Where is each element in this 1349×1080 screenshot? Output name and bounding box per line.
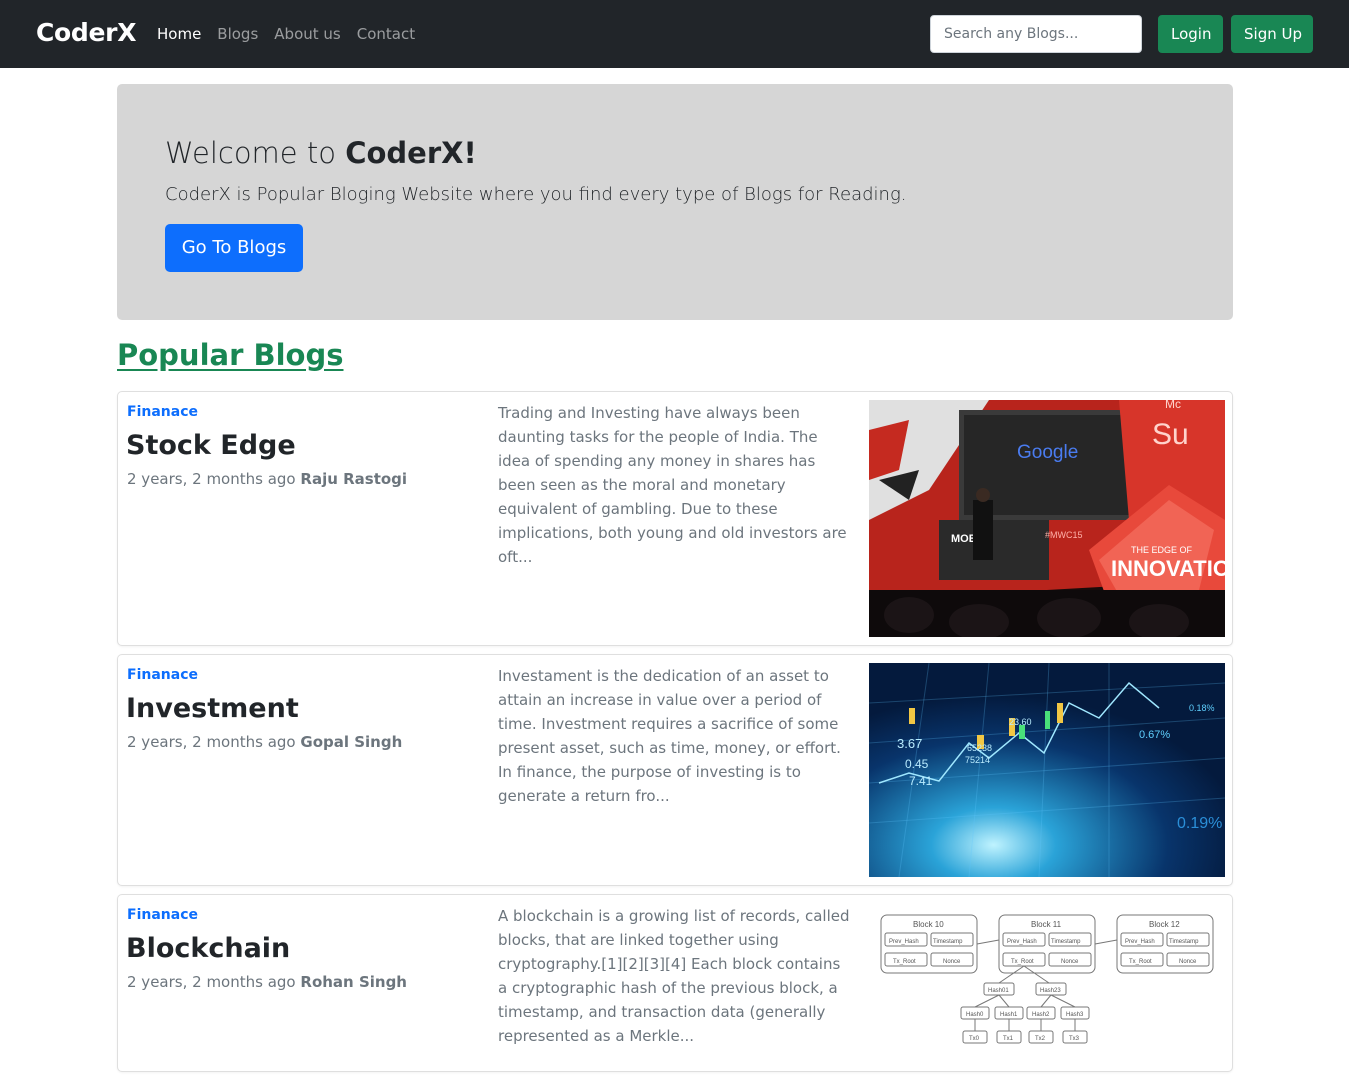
blog-author: Gopal Singh <box>300 733 403 751</box>
blog-title[interactable]: Blockchain <box>126 933 290 964</box>
screen-text: Google <box>1017 442 1078 463</box>
blog-meta: 2 years, 2 months ago Raju Rastogi <box>127 470 407 488</box>
blog-excerpt: Trading and Investing have always been d… <box>498 404 847 566</box>
chart-num: 0.67% <box>1139 729 1170 741</box>
signup-button[interactable]: Sign Up <box>1231 15 1313 53</box>
field-label: Tx_Root <box>1011 959 1034 965</box>
hero-title: Welcome to CoderX! <box>165 136 477 170</box>
banner-small-text: THE EDGE OF <box>1131 545 1193 555</box>
chart-num: 23.60 <box>1009 717 1032 727</box>
nav-link-home[interactable]: Home <box>157 25 201 43</box>
field-label: Prev_Hash <box>1125 939 1155 945</box>
tx-label: Tx2 <box>1035 1036 1046 1042</box>
blog-category[interactable]: Finanace <box>127 404 198 420</box>
chart-num: 7.41 <box>909 774 933 788</box>
login-button[interactable]: Login <box>1158 15 1223 53</box>
blog-excerpt: Investament is the dedication of an asse… <box>498 667 841 805</box>
blog-time: 2 years, 2 months ago <box>127 973 296 991</box>
blog-card: Finanace Stock Edge 2 years, 2 months ag… <box>117 391 1233 646</box>
blog-excerpt: A blockchain is a growing list of record… <box>498 907 850 1045</box>
top-navbar: CoderX Home Blogs About us Contact Login… <box>0 0 1349 68</box>
hash-label: Hash1 <box>1000 1012 1018 1018</box>
hero-lead: CoderX is Popular Bloging Website where … <box>165 184 907 205</box>
hash-label: Hash01 <box>988 988 1009 994</box>
field-label: Prev_Hash <box>889 939 919 945</box>
nav-links: Home Blogs About us Contact <box>157 25 431 43</box>
blog-card: Finanace Blockchain 2 years, 2 months ag… <box>117 894 1233 1072</box>
blog-author: Raju Rastogi <box>300 470 408 488</box>
blog-time: 2 years, 2 months ago <box>127 733 296 751</box>
go-to-blogs-button[interactable]: Go To Blogs <box>165 224 303 272</box>
chart-num: 3.67 <box>897 736 922 751</box>
hash-label: Hash0 <box>966 1012 984 1018</box>
blog-category[interactable]: Finanace <box>127 907 198 923</box>
blockchain-diagram-image[interactable]: Block 10 Prev_Hash Timestamp Tx_Root Non… <box>869 903 1225 1063</box>
chart-num: 0.19% <box>1177 815 1222 832</box>
chart-num: 0.45 <box>905 757 929 771</box>
blog-time: 2 years, 2 months ago <box>127 470 296 488</box>
nav-link-blogs[interactable]: Blogs <box>217 25 258 43</box>
tx-label: Tx0 <box>969 1036 980 1042</box>
blog-title[interactable]: Investment <box>126 693 299 724</box>
field-label: Nonce <box>1179 959 1197 965</box>
field-label: Nonce <box>943 959 961 965</box>
hero-title-prefix: Welcome to <box>165 136 346 170</box>
stock-chart-image[interactable]: 3.67 0.45 7.41 0.67% 0.18% 0.19% 23.60 6… <box>869 663 1225 877</box>
field-label: Timestamp <box>1169 939 1199 945</box>
nav-link-contact[interactable]: Contact <box>357 25 415 43</box>
field-label: Tx_Root <box>893 959 916 965</box>
field-label: Tx_Root <box>1129 959 1152 965</box>
chart-num: 75214 <box>965 755 990 765</box>
blog-meta: 2 years, 2 months ago Gopal Singh <box>127 733 402 751</box>
brand-logo[interactable]: CoderX <box>36 18 136 47</box>
block-label: Block 12 <box>1149 920 1180 929</box>
blog-title[interactable]: Stock Edge <box>126 430 296 461</box>
blog-meta: 2 years, 2 months ago Rohan Singh <box>127 973 407 991</box>
tx-label: Tx3 <box>1069 1036 1080 1042</box>
field-label: Timestamp <box>1051 939 1081 945</box>
block-label: Block 11 <box>1031 920 1062 929</box>
tag-text: #MWC15 <box>1045 530 1083 540</box>
block-label: Block 10 <box>913 920 944 929</box>
conference-stage-image[interactable]: Google Su Mc THE EDGE OF INNOVATION MOB … <box>869 400 1225 637</box>
field-label: Prev_Hash <box>1007 939 1037 945</box>
blog-card: Finanace Investment 2 years, 2 months ag… <box>117 654 1233 886</box>
popular-blogs-heading[interactable]: Popular Blogs <box>117 338 343 372</box>
chart-num: 0.18% <box>1189 703 1215 713</box>
hash-label: Hash2 <box>1032 1012 1050 1018</box>
banner-big-text: INNOVATION <box>1111 556 1225 581</box>
nav-link-about[interactable]: About us <box>274 25 340 43</box>
field-label: Timestamp <box>933 939 963 945</box>
sign-text: MOB <box>951 533 977 545</box>
hash-label: Hash23 <box>1040 988 1061 994</box>
tx-label: Tx1 <box>1003 1036 1014 1042</box>
hash-label: Hash3 <box>1066 1012 1084 1018</box>
chart-num: 65238 <box>967 743 992 753</box>
banner-corner-text: Mc <box>1165 400 1181 411</box>
blog-author: Rohan Singh <box>300 973 407 991</box>
field-label: Nonce <box>1061 959 1079 965</box>
hero-banner: Welcome to CoderX! CoderX is Popular Blo… <box>117 84 1233 320</box>
hero-title-brand: CoderX! <box>345 136 477 170</box>
blog-category[interactable]: Finanace <box>127 667 198 683</box>
search-input[interactable] <box>930 15 1142 53</box>
banner-top-text: Su <box>1152 418 1189 451</box>
